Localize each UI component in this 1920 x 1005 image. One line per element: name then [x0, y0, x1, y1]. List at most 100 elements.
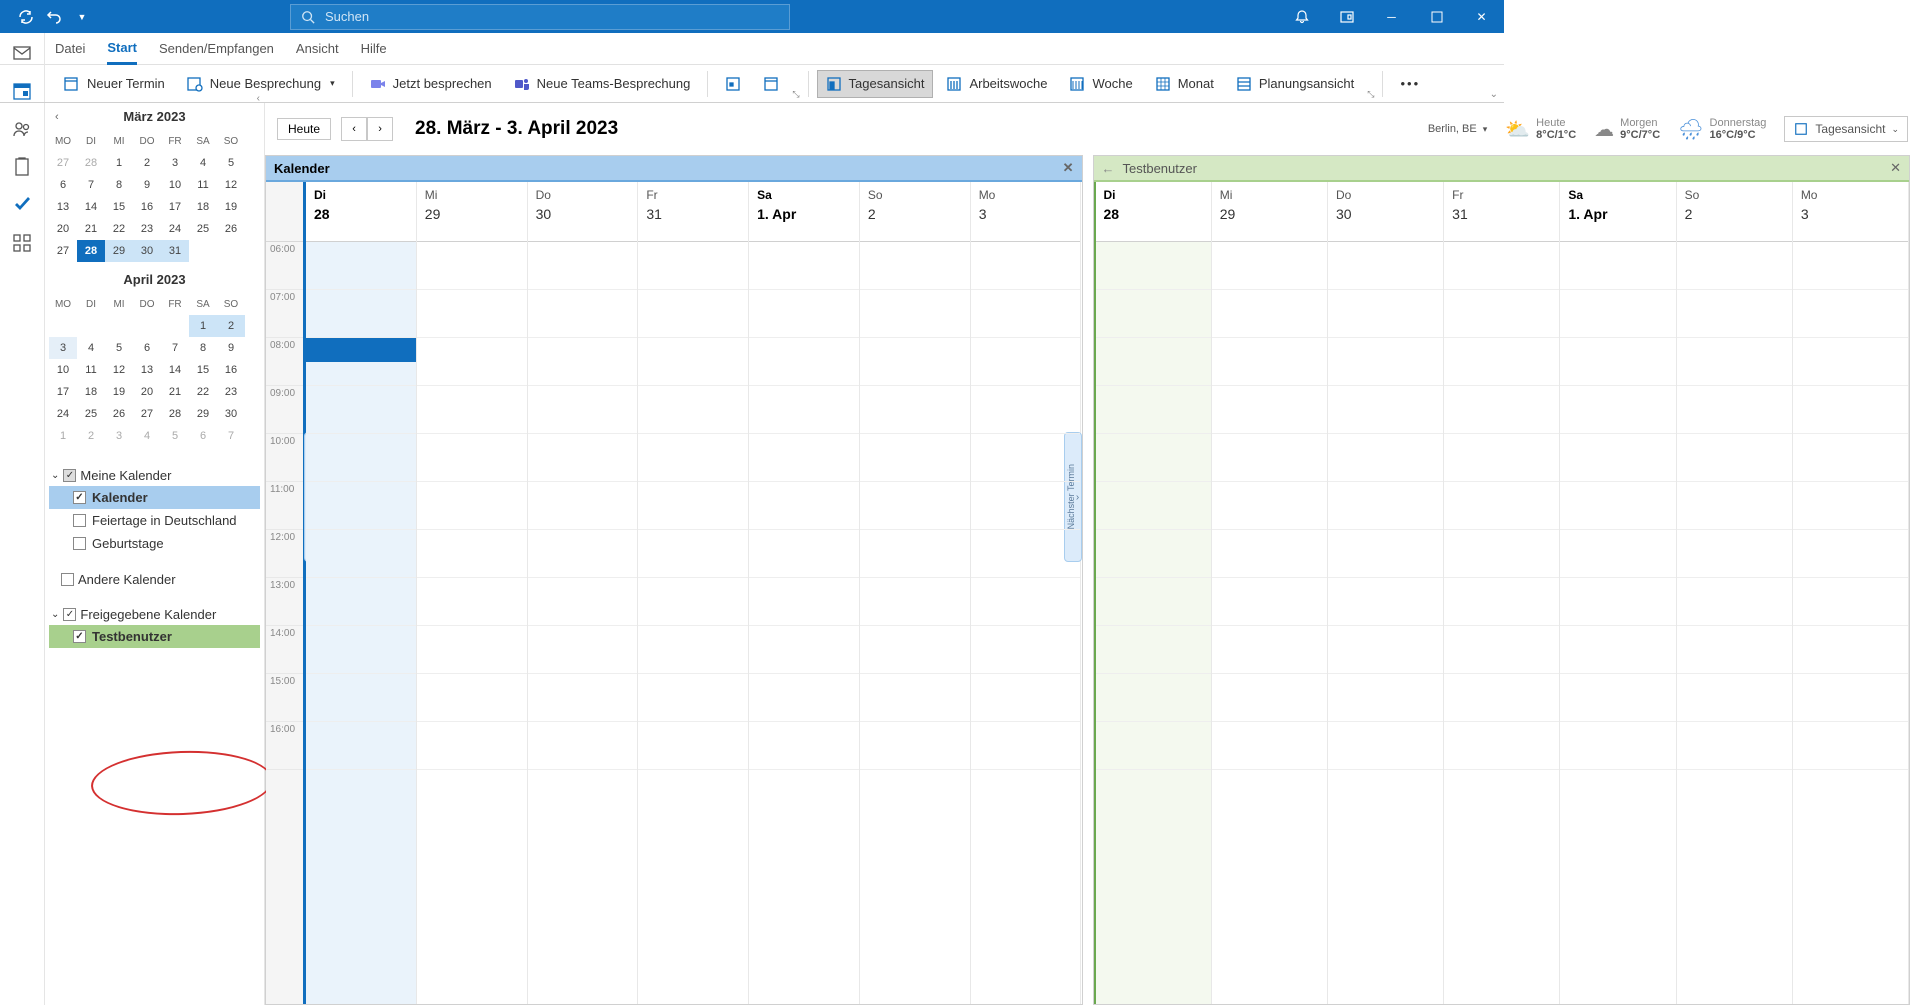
minical-day[interactable]: 15 [105, 196, 133, 218]
minical-day[interactable]: 10 [49, 359, 77, 381]
minical-day[interactable]: 20 [49, 218, 77, 240]
more-commands-button[interactable]: ••• [1391, 70, 1429, 98]
day-header[interactable]: Do30 [528, 182, 638, 242]
meet-now-button[interactable]: Jetzt besprechen [361, 70, 501, 98]
minical-day[interactable] [77, 315, 105, 337]
minical-day[interactable]: 18 [189, 196, 217, 218]
minical-day[interactable] [49, 315, 77, 337]
minical-day[interactable]: 7 [161, 337, 189, 359]
minical-day[interactable]: 22 [189, 381, 217, 403]
tree-group-mine[interactable]: ⌄ Meine Kalender [49, 465, 260, 486]
minical-day[interactable]: 6 [49, 174, 77, 196]
minical-day[interactable]: 27 [49, 240, 77, 262]
minical-day[interactable]: 29 [105, 240, 133, 262]
minical-day[interactable]: 14 [161, 359, 189, 381]
tasks-icon[interactable] [12, 157, 32, 177]
day-column[interactable]: So2 [860, 182, 971, 1004]
today-button[interactable]: Heute [277, 118, 331, 140]
minical-day[interactable]: 24 [49, 403, 77, 425]
weather-tomorrow[interactable]: ☁Morgen9°C/7°C [1594, 117, 1660, 142]
checkbox[interactable] [63, 608, 76, 621]
minical-day[interactable]: 20 [133, 381, 161, 403]
day-column[interactable]: Di28 [1094, 182, 1212, 1004]
minical-day[interactable]: 9 [217, 337, 245, 359]
new-appointment-button[interactable]: Neuer Termin [55, 70, 174, 98]
minical-day[interactable]: 31 [161, 240, 189, 262]
minical-day[interactable]: 29 [189, 403, 217, 425]
minical-day[interactable]: 12 [217, 174, 245, 196]
minical-day[interactable]: 9 [133, 174, 161, 196]
minical-day[interactable]: 17 [49, 381, 77, 403]
minical-day[interactable]: 28 [77, 240, 105, 262]
day-header[interactable]: Sa1. Apr [749, 182, 859, 242]
schedule-view-button[interactable]: Planungsansicht [1227, 70, 1363, 98]
prev-month-icon[interactable]: ‹ [55, 111, 59, 123]
tree-item-kalender[interactable]: Kalender [49, 486, 260, 509]
weather-day3[interactable]: 🌧Donnerstag16°C/9°C [1678, 117, 1766, 142]
minical-day[interactable]: 19 [217, 196, 245, 218]
group-launcher-icon[interactable]: ⤡ [792, 89, 799, 100]
minical-day[interactable] [161, 315, 189, 337]
more-apps-icon[interactable] [12, 233, 32, 253]
day-column[interactable]: Mi29 [417, 182, 528, 1004]
minical-day[interactable]: 30 [217, 403, 245, 425]
minical-day[interactable]: 12 [105, 359, 133, 381]
minical-day[interactable]: 23 [217, 381, 245, 403]
minical-day[interactable]: 28 [77, 152, 105, 174]
minical-day[interactable]: 27 [49, 152, 77, 174]
minical-day[interactable]: 30 [133, 240, 161, 262]
minical-day[interactable]: 5 [217, 152, 245, 174]
minical-day[interactable]: 22 [105, 218, 133, 240]
day-header[interactable]: Sa1. Apr [1560, 182, 1675, 242]
group-launcher-icon[interactable]: ⤡ [1367, 89, 1374, 100]
minical-day[interactable]: 1 [105, 152, 133, 174]
minical-day[interactable]: 3 [49, 337, 77, 359]
checkbox[interactable] [61, 573, 74, 586]
tab-file[interactable]: Datei [55, 33, 85, 65]
tab-start[interactable]: Start [107, 33, 137, 65]
minical-day[interactable]: 7 [77, 174, 105, 196]
tree-item-birthdays[interactable]: Geburtstage [49, 532, 260, 555]
day-columns[interactable]: ‹Vorheriger Termin Nächster Termin› Di28… [304, 182, 1082, 1004]
next7-button[interactable] [754, 70, 788, 98]
minical-day[interactable]: 3 [161, 152, 189, 174]
minical-day[interactable]: 21 [77, 218, 105, 240]
next-period-button[interactable]: › [367, 117, 393, 141]
back-arrow-icon[interactable]: ← [1102, 161, 1115, 176]
ribbon-expand-icon[interactable]: ⌄ [1490, 89, 1498, 100]
minical-day[interactable]: 4 [189, 152, 217, 174]
weather-location[interactable]: Berlin, BE ▾ [1428, 123, 1487, 135]
tree-item-holidays[interactable]: Feiertage in Deutschland [49, 509, 260, 532]
minical-day[interactable]: 8 [105, 174, 133, 196]
mail-icon[interactable] [12, 43, 32, 63]
checkbox[interactable] [63, 469, 76, 482]
minical-day[interactable]: 4 [133, 425, 161, 447]
today-nav-button[interactable] [716, 70, 750, 98]
minical-day[interactable]: 8 [189, 337, 217, 359]
minical-day[interactable]: 5 [105, 337, 133, 359]
work-week-button[interactable]: Arbeitswoche [937, 70, 1056, 98]
tab-sendrecv[interactable]: Senden/Empfangen [159, 33, 274, 65]
day-view-button[interactable]: Tagesansicht [817, 70, 934, 98]
mini-calendar-march[interactable]: MODIMIDOFRSASO 2728123456789101112131415… [49, 130, 260, 262]
search-input[interactable] [325, 9, 779, 24]
close-icon[interactable]: ✕ [1063, 160, 1074, 176]
day-column[interactable]: Di28 [303, 182, 417, 1004]
day-header[interactable]: Di28 [306, 182, 416, 242]
close-icon[interactable]: ✕ [1890, 160, 1901, 176]
tree-group-shared[interactable]: ⌄ Freigegebene Kalender [49, 604, 260, 625]
minical-day[interactable]: 3 [105, 425, 133, 447]
minical-day[interactable]: 14 [77, 196, 105, 218]
day-column[interactable]: Fr31 [638, 182, 749, 1004]
minical-day[interactable]: 15 [189, 359, 217, 381]
minical-day[interactable]: 18 [77, 381, 105, 403]
day-column[interactable]: Mo3 [971, 182, 1082, 1004]
day-header[interactable]: So2 [860, 182, 970, 242]
checkbox[interactable] [73, 491, 86, 504]
minical-day[interactable] [105, 315, 133, 337]
minical-day[interactable]: 2 [77, 425, 105, 447]
sync-icon[interactable] [18, 9, 34, 25]
day-column[interactable]: Do30 [528, 182, 639, 1004]
tree-group-other[interactable]: Andere Kalender [49, 569, 260, 590]
view-selector[interactable]: Tagesansicht⌄ [1784, 116, 1908, 142]
